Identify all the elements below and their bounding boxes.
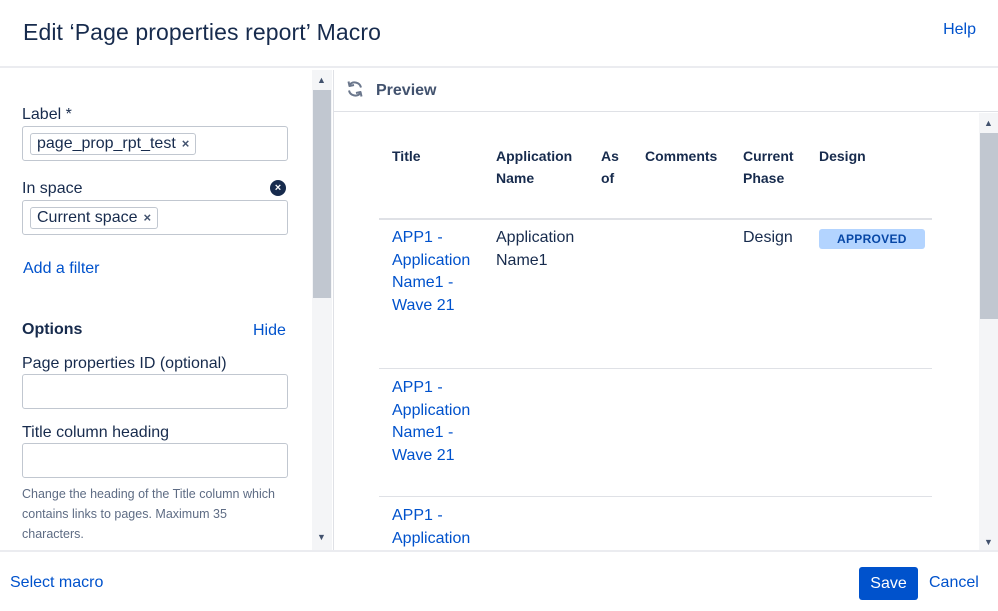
column-header: Design	[819, 148, 866, 164]
preview-toolbar: Preview	[334, 70, 998, 112]
add-filter-link[interactable]: Add a filter	[23, 260, 99, 278]
column-header: Current Phase	[743, 148, 794, 186]
scroll-down-icon[interactable]: ▼	[984, 537, 993, 547]
label-chip-text: page_prop_rpt_test	[37, 135, 176, 152]
chip-remove-icon[interactable]: ×	[144, 208, 152, 228]
dialog-title: Edit ‘Page properties report’ Macro	[23, 19, 382, 45]
title-heading-help: Change the heading of the Title column w…	[22, 487, 275, 541]
cancel-button[interactable]: Cancel	[929, 574, 979, 592]
row-title-link[interactable]: APP1 - Application	[392, 505, 482, 550]
hide-options-link[interactable]: Hide	[253, 322, 286, 340]
space-chip: Current space ×	[30, 207, 159, 229]
row-divider	[379, 496, 932, 497]
row-divider	[379, 368, 932, 369]
row-phase: Design	[743, 229, 793, 246]
left-scrollbar[interactable]: ▲ ▼	[312, 70, 332, 550]
scroll-up-icon[interactable]: ▲	[984, 118, 993, 128]
label-input[interactable]: page_prop_rpt_test ×	[22, 126, 288, 161]
preview-table: Title Application Name As of Comments Cu…	[334, 113, 979, 550]
space-input[interactable]: Current space ×	[22, 200, 288, 235]
row-title-link[interactable]: APP1 - Application Name1 - Wave 21	[392, 227, 482, 317]
preview-panel: Preview Title Application Name As of Com…	[333, 70, 998, 550]
preview-scroll-thumb[interactable]	[980, 133, 998, 319]
options-heading: Options	[22, 321, 83, 338]
scroll-up-icon[interactable]: ▲	[317, 75, 326, 85]
refresh-icon[interactable]	[346, 80, 364, 98]
page-properties-id-label: Page properties ID (optional)	[22, 355, 227, 372]
preview-scrollbar[interactable]: ▲ ▼	[979, 113, 998, 550]
column-header: Title	[392, 148, 421, 164]
column-header: Application Name	[496, 148, 573, 186]
title-heading-input[interactable]	[22, 443, 288, 478]
title-heading-label: Title column heading	[22, 424, 170, 441]
left-scroll-thumb[interactable]	[313, 90, 331, 298]
preview-label: Preview	[376, 82, 437, 99]
page-properties-id-input[interactable]	[22, 374, 288, 409]
clear-space-icon[interactable]: ×	[270, 180, 286, 196]
space-field-label: In space	[22, 180, 83, 197]
dialog-header: Edit ‘Page properties report’ Macro Help	[0, 0, 998, 68]
scroll-down-icon[interactable]: ▼	[317, 532, 326, 542]
select-macro-link[interactable]: Select macro	[10, 574, 103, 592]
space-chip-text: Current space	[37, 209, 138, 226]
chip-remove-icon[interactable]: ×	[182, 134, 190, 154]
macro-options-panel: Label * page_prop_rpt_test × In space × …	[0, 70, 333, 550]
dialog-footer: Select macro Save Cancel	[0, 550, 998, 611]
row-title-link[interactable]: APP1 - Application Name1 - Wave 21	[392, 377, 482, 467]
row-app-name: Application Name1	[496, 229, 575, 269]
save-button[interactable]: Save	[859, 567, 918, 600]
help-link[interactable]: Help	[943, 21, 976, 39]
label-chip: page_prop_rpt_test ×	[30, 133, 197, 155]
label-field-label: Label *	[22, 106, 72, 123]
header-divider	[379, 218, 932, 220]
column-header: As of	[601, 148, 619, 186]
status-badge: APPROVED	[819, 229, 925, 249]
column-header: Comments	[645, 148, 718, 164]
